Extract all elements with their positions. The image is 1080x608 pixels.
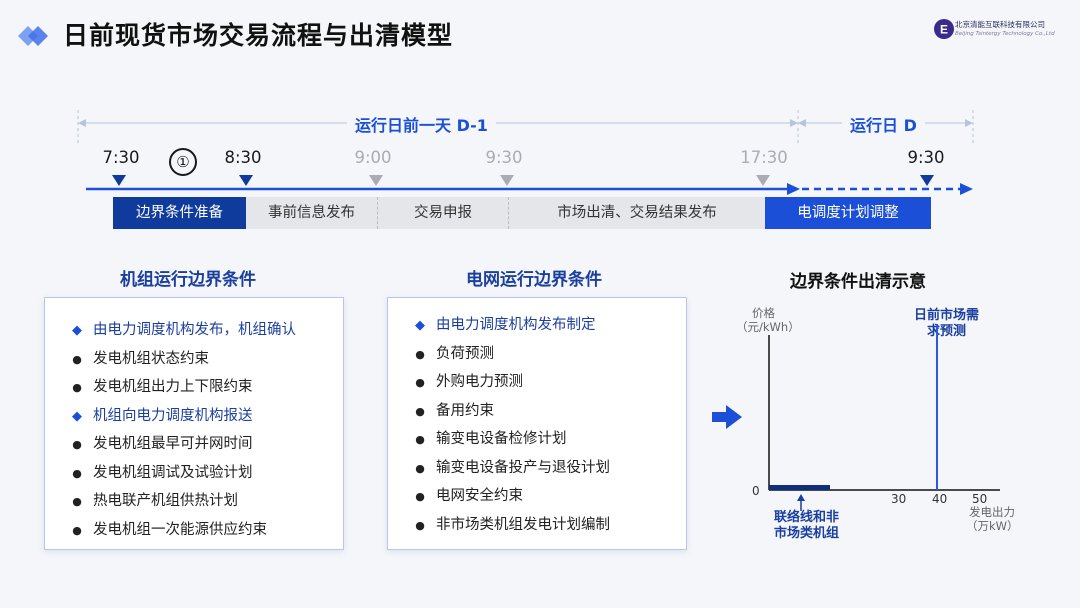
dot-bullet-icon: ● [72,466,82,480]
list-item: ◆ 由电力调度机构发布，机组确认 [67,316,343,345]
dot-bullet-icon: ● [415,404,425,418]
diamond-bullet-icon: ◆ [72,323,82,338]
dot-bullet-icon: ● [415,490,425,503]
grid-boundary-card: ◆ 由电力调度机构发布制定 ● 负荷预测 ● 外购电力预测 ● 备用约束 ● 输变电设备检… [387,297,687,550]
phase-dispatch-adjust: 电调度计划调整 [765,197,931,229]
diamond-bullet-icon: ◆ [72,408,82,424]
list-item: ● 发电机组一次能源供应约束 [67,516,343,545]
dot-bullet-icon: ● [72,352,82,366]
time-0730: 7:30 [102,148,140,167]
time-1730: 17:30 [740,148,788,167]
dot-bullet-icon: ● [415,518,425,532]
list-item: ● 输变电设备检修计划 [410,425,686,454]
list-item: ● 负荷预测 [410,340,686,369]
grid-boundary-list: ◆ 由电力调度机构发布制定 ● 负荷预测 ● 外购电力预测 ● 备用约束 ● 输变电设备检… [388,298,686,539]
phase-info-release: 事前信息发布 [246,197,378,229]
up-arrow-icon [797,494,805,501]
span-label-d: 运行日 D [842,112,925,136]
dot-bullet-icon: ● [72,381,82,394]
time-marker-icon [369,175,383,186]
dot-bullet-icon: ● [415,433,425,446]
span-label-d-minus-1: 运行日前一天 D-1 [347,112,496,136]
right-arrow-icon [712,405,742,429]
list-item: ● 发电机组出力上下限约束 [67,373,343,402]
dot-bullet-icon: ● [72,438,82,451]
list-item: ● 热电联产机组供热计划 [67,487,343,516]
list-item: ● 备用约束 [410,397,686,426]
list-item: ● 输变电设备投产与退役计划 [410,454,686,483]
unit-boundary-list: ◆ 由电力调度机构发布，机组确认 ● 发电机组状态约束 ● 发电机组出力上下限约束 ◆… [45,298,343,544]
fixed-units-label: 联络线和非 市场类机组 [774,510,840,541]
time-marker-icon [239,175,253,186]
origin-label: 0 [752,484,760,498]
step-number-marker: ① [169,148,197,176]
dot-bullet-icon: ● [415,347,425,361]
diamond-bullet-icon: ◆ [415,318,425,333]
list-item: ● 外购电力预测 [410,368,686,397]
unit-boundary-card: ◆ 由电力调度机构发布，机组确认 ● 发电机组状态约束 ● 发电机组出力上下限约束 ◆… [44,297,344,550]
time-0900: 9:00 [354,148,392,167]
phase-bidding: 交易申报 [378,197,509,229]
x-tick-40: 40 [932,492,948,506]
list-item: ● 发电机组调试及试验计划 [67,459,343,488]
time-marker-icon [756,175,770,186]
x-axis-label-2: （万kW） [966,519,1019,533]
time-0930: 9:30 [485,148,523,167]
time-d-0930: 9:30 [907,148,945,167]
phase-clearing: 市场出清、交易结果发布 [509,197,765,229]
list-item: ◆ 机组向电力调度机构报送 [67,402,343,431]
list-item: ● 电网安全约束 [410,482,686,511]
dot-bullet-icon: ● [415,376,425,389]
time-marker-icon [920,175,934,186]
unit-panel-title: 机组运行边界条件 [120,270,256,290]
phase-boundary-prep: 边界条件准备 [113,197,246,229]
list-item: ● 发电机组状态约束 [67,345,343,374]
time-marker-icon [500,175,514,186]
fixed-units-block [769,485,830,490]
list-item: ● 发电机组最早可并网时间 [67,430,343,459]
list-item: ● 非市场类机组发电计划编制 [410,511,686,540]
dot-bullet-icon: ● [72,495,82,508]
x-tick-30: 30 [891,492,907,506]
list-item: ◆ 由电力调度机构发布制定 [410,311,686,340]
time-0830: 8:30 [224,148,262,167]
chart-title: 边界条件出清示意 [790,272,926,292]
dot-bullet-icon: ● [72,523,82,537]
grid-panel-title: 电网运行边界条件 [466,270,602,290]
time-marker-icon [112,175,126,186]
dot-bullet-icon: ● [415,461,425,475]
